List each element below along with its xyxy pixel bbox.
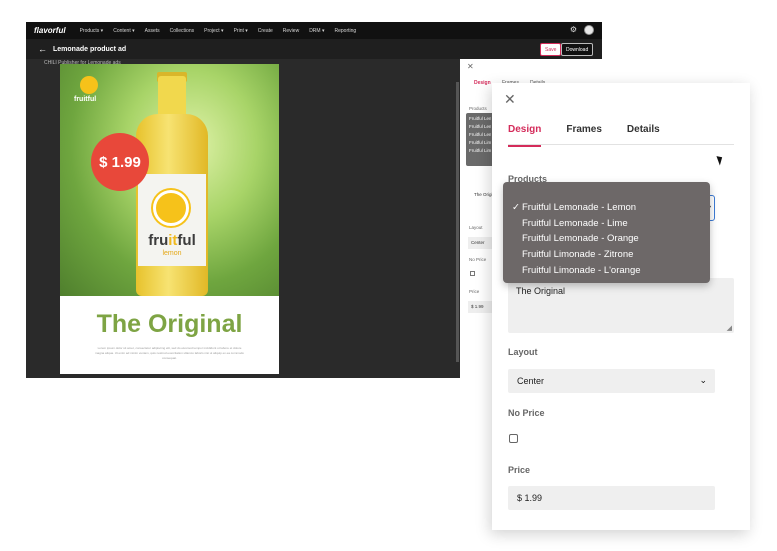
- bottle-flavor-text: lemon: [162, 250, 182, 257]
- nav-create[interactable]: Create: [258, 28, 273, 34]
- dropdown-option-label: Fruitful Limonade - L'orange: [522, 264, 641, 276]
- text-input[interactable]: The Original ◢: [508, 278, 734, 333]
- ad-headline: The Original: [96, 310, 243, 338]
- noprice-label: No Price: [508, 408, 545, 418]
- price-label: Price: [508, 465, 531, 475]
- noprice-label-small: No Price: [469, 257, 487, 262]
- dropdown-option-label: Fruitful Limonade - Zitrone: [522, 249, 634, 261]
- title-bar: ← Lemonade product ad Save Download: [26, 39, 602, 59]
- nav-right-group: ⚙: [570, 25, 594, 35]
- bottle-brand-part-c: ful: [177, 232, 196, 249]
- tab-details[interactable]: Details: [627, 113, 660, 147]
- tab-design[interactable]: Design: [508, 113, 542, 147]
- close-icon[interactable]: ✕: [467, 62, 474, 71]
- layout-select[interactable]: Center ⌄: [508, 369, 715, 393]
- nav-print[interactable]: Print ▾: [234, 28, 248, 34]
- bottle-brand-part-a: fru: [148, 232, 169, 249]
- nav-content[interactable]: Content ▾: [113, 28, 134, 34]
- tab-divider: [508, 144, 734, 145]
- dropdown-option[interactable]: Fruitful Limonade - L'orange: [512, 263, 700, 279]
- design-panel-zoomed: ✕ Design Frames Details Products ▾ The O…: [492, 83, 750, 530]
- tab-design-small[interactable]: Design: [474, 80, 491, 86]
- dropdown-option-selected[interactable]: ✓ Fruitful Lemonade - Lemon: [512, 200, 700, 216]
- layout-select-value: Center: [517, 376, 545, 386]
- gear-icon[interactable]: ⚙: [570, 25, 577, 35]
- lemon-slice-icon: [153, 190, 189, 226]
- nav-products[interactable]: Products ▾: [80, 28, 104, 34]
- tab-frames[interactable]: Frames: [566, 113, 602, 147]
- nav-drm[interactable]: DRM ▾: [309, 28, 324, 34]
- noprice-checkbox-small[interactable]: [470, 271, 475, 276]
- dropdown-option[interactable]: Fruitful Limonade - L'orange: [469, 147, 491, 155]
- dropdown-option[interactable]: Fruitful Lemonade - Orange: [469, 131, 491, 139]
- chevron-down-icon: ⌄: [699, 375, 707, 385]
- products-label-small: Products: [469, 106, 487, 111]
- ad-preview-canvas[interactable]: fruitful fruitful lemon $ 1.99 The Origi…: [60, 64, 279, 374]
- bottle-brand-text: fruitful: [140, 232, 204, 249]
- resize-handle-icon[interactable]: ◢: [727, 324, 732, 332]
- dropdown-option-label: Fruitful Lemonade - Orange: [522, 233, 639, 245]
- close-icon[interactable]: ✕: [504, 91, 516, 107]
- canvas-scrollbar[interactable]: [456, 82, 459, 362]
- brand-logo-mark: [80, 76, 98, 94]
- dropdown-option[interactable]: Fruitful Lemonade - Orange: [512, 231, 700, 247]
- layout-label-small: Layout: [469, 225, 483, 230]
- nav-collections[interactable]: Collections: [170, 28, 194, 34]
- price-label-small: Price: [469, 289, 480, 294]
- text-input-value: The Original: [516, 286, 566, 296]
- dropdown-option-label: Fruitful Lemonade - Lemon: [522, 202, 637, 213]
- dropdown-option[interactable]: Fruitful Lemonade - Lime: [469, 123, 491, 131]
- dropdown-option[interactable]: Fruitful Lemonade - Lemon: [469, 115, 491, 123]
- dropdown-option-label: Fruitful Lemonade - Lime: [522, 217, 628, 229]
- nav-project[interactable]: Project ▾: [204, 28, 223, 34]
- screenshot-stage: flavorful Products ▾ Content ▾ Assets Co…: [0, 0, 777, 551]
- back-arrow-icon[interactable]: ←: [38, 44, 47, 54]
- save-button[interactable]: Save: [540, 43, 562, 56]
- nav-reporting[interactable]: Reporting: [334, 28, 356, 34]
- nav-review[interactable]: Review: [283, 28, 299, 34]
- panel-tabs: Design Frames Details: [508, 113, 685, 147]
- download-button[interactable]: Download: [561, 43, 594, 56]
- price-input-value: $ 1.99: [517, 493, 543, 503]
- noprice-checkbox[interactable]: [509, 434, 518, 443]
- top-navigation: flavorful Products ▾ Content ▾ Assets Co…: [26, 22, 602, 39]
- brand-logo[interactable]: flavorful: [34, 26, 66, 35]
- avatar[interactable]: [584, 25, 594, 35]
- price-input[interactable]: $ 1.99: [508, 486, 715, 510]
- bottle-neck: [158, 76, 186, 114]
- page-title: Lemonade product ad: [53, 45, 127, 53]
- product-dropdown-list[interactable]: ✓ Fruitful Lemonade - Lemon Fruitful Lemo…: [503, 182, 710, 283]
- brand-logo-text: fruitful: [74, 96, 97, 103]
- layout-label: Layout: [508, 347, 538, 357]
- dropdown-option[interactable]: Fruitful Lemonade - Lime: [512, 216, 700, 232]
- product-dropdown-small[interactable]: Fruitful Lemonade - Lemon Fruitful Lemon…: [466, 113, 494, 166]
- price-badge: $ 1.99: [94, 136, 146, 188]
- dropdown-option[interactable]: Fruitful Limonade - Zitrone: [469, 139, 491, 147]
- ad-body-text: Lorem ipsum dolor sit amet, consectetur …: [95, 346, 244, 360]
- nav-assets[interactable]: Assets: [145, 28, 160, 34]
- dropdown-option[interactable]: Fruitful Limonade - Zitrone: [512, 247, 700, 263]
- checkmark-icon: ✓: [512, 202, 520, 213]
